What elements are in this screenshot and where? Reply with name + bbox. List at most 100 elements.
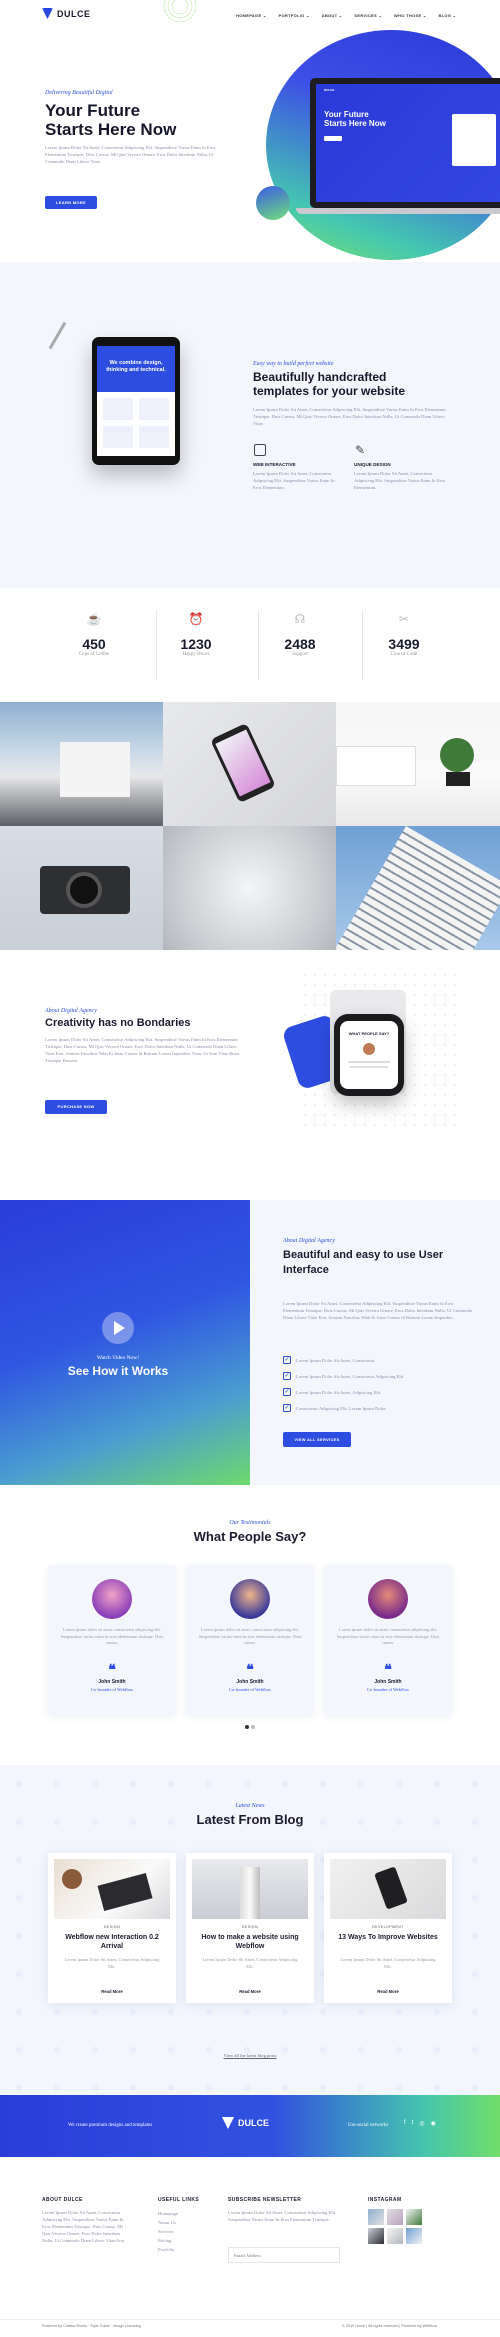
testimonial-card: Lorem ipsum dolor sit amet, consectetur …: [186, 1565, 314, 1715]
view-all-services-button[interactable]: VIEW ALL SERVICES: [283, 1432, 351, 1447]
footer-newsletter-title: SUBSCRIBE NEWSLETTER: [228, 2197, 302, 2203]
hero-title-line2: Starts Here Now: [45, 120, 177, 139]
watch-title: WHAT PEOPLE SAY?: [348, 1031, 390, 1036]
cta-left-text: We create premium designs and templates: [68, 2123, 153, 2128]
read-more-link[interactable]: Read More: [48, 1989, 176, 1994]
footer-link[interactable]: Homepage: [158, 2209, 178, 2218]
menu-item-homepage[interactable]: HOMEPAGE ⌄: [236, 13, 267, 18]
phone-shape: [210, 722, 276, 804]
cta-logo[interactable]: DULCE: [222, 2117, 269, 2129]
footer-link[interactable]: Services: [158, 2227, 178, 2236]
phone-screen: [215, 729, 271, 797]
phone-photo[interactable]: [163, 702, 336, 826]
about-ui-panel: About Digital Agency Beautiful and easy …: [250, 1200, 500, 1485]
instagram-thumb[interactable]: [406, 2209, 422, 2225]
purchase-now-button[interactable]: PURCHASE NOW: [45, 1100, 107, 1114]
footer-bottom-left: Powered by Clarisa Studio · Style Guide …: [42, 2324, 141, 2328]
snow-forest-photo[interactable]: [163, 826, 336, 950]
templates-text: Lorem Ipsum Dolor Sit Amet, Consectetur …: [253, 407, 446, 426]
stat-value: 2488: [284, 636, 316, 652]
logo[interactable]: DULCE: [42, 8, 91, 19]
testimonial-name: John Smith: [236, 1679, 264, 1685]
tablet-card: [103, 426, 133, 448]
footer-about-text: Lorem Ipsum Dolor Sit Amet, Consectetur …: [42, 2210, 126, 2243]
footer-link[interactable]: Pricing: [158, 2236, 178, 2245]
footer-link[interactable]: About Us: [158, 2218, 178, 2227]
blog-card[interactable]: DESIGN How to make a website using Webfl…: [186, 1853, 314, 2003]
camera-body: [40, 866, 130, 914]
check-item: ✓ Lorem Ipsum Dolor Sit Amet, Consectetu…: [283, 1352, 404, 1368]
facebook-icon[interactable]: f: [404, 2120, 406, 2127]
feature-title: WEB INTERACTIVE: [253, 462, 296, 467]
footer-newsletter-text: Lorem Ipsum Dolor Sit Amet, Consectetur …: [228, 2210, 337, 2222]
about-text: Lorem Ipsum Dolor Sit Amet, Consectetur …: [283, 1301, 473, 1320]
dribbble-icon[interactable]: ◉: [431, 2120, 436, 2127]
lighthouse-shape: [240, 1867, 260, 1919]
read-more-link[interactable]: Read More: [324, 1989, 452, 1994]
watch-line: [348, 1061, 390, 1063]
hero-text: Lorem Ipsum Dolor Sit Amet, Consectetur …: [45, 145, 216, 164]
carousel-dot-active[interactable]: [245, 1725, 249, 1729]
tablet-headline: We combine design, thinking and technica…: [106, 360, 166, 373]
instagram-thumb[interactable]: [368, 2209, 384, 2225]
blog-category: DESIGN: [241, 1925, 259, 1929]
newsletter-email-input[interactable]: [228, 2247, 340, 2263]
blog-image: [54, 1859, 170, 1919]
stat-label: Line of Code: [390, 652, 418, 657]
footer-link[interactable]: Portfolio: [158, 2245, 178, 2254]
clock-icon: ⏰: [188, 612, 204, 626]
tablet-screen: We combine design, thinking and technica…: [97, 346, 175, 456]
blog-post-text: Lorem Ipsum Dolor Sit Amet, Consectetur …: [340, 1957, 436, 1969]
tower-shape: [336, 826, 500, 950]
agency-section: About Digital Agency Creativity has no B…: [0, 950, 500, 1198]
blog-card[interactable]: DEVELOPMENT 13 Ways To Improve Websites …: [324, 1853, 452, 2003]
instagram-icon[interactable]: ◎: [419, 2120, 424, 2127]
check-text: Lorem Ipsum Dolor Sit Amet, Consectetur …: [296, 1373, 405, 1379]
instagram-thumb[interactable]: [387, 2209, 403, 2225]
social-icons: f t ◎ ◉: [404, 2120, 436, 2127]
instagram-thumb[interactable]: [387, 2228, 403, 2244]
checkbox-icon: ✓: [283, 1388, 291, 1396]
tower-photo[interactable]: [336, 826, 500, 950]
top-nav: DULCE HOMEPAGE ⌄ PORTFOLIO ⌄ ABOUT ⌄ SER…: [0, 0, 500, 30]
video-section: Watch Video Now! See How it Works About …: [0, 1200, 500, 1485]
menu-item-about[interactable]: ABOUT ⌄: [322, 13, 343, 18]
instagram-thumb[interactable]: [368, 2228, 384, 2244]
laptop-plant-photo[interactable]: [336, 702, 500, 826]
cta-band: We create premium designs and templates …: [0, 2095, 500, 2157]
blog-post-title: 13 Ways To Improve Websites: [338, 1934, 438, 1941]
menu-item-portfolio[interactable]: PORTFOLIO ⌄: [279, 13, 310, 18]
testimonial-name: John Smith: [374, 1679, 402, 1685]
hero-eyebrow: Delivering Beautiful Digital: [45, 90, 113, 96]
stat-value: 1230: [180, 636, 212, 652]
templates-title: Beautifully handcrafted templates for yo…: [253, 370, 473, 398]
camera-lens: [66, 872, 102, 908]
avatar: [230, 1579, 270, 1619]
stat-label: Happy Hours: [182, 652, 210, 657]
menu-item-services[interactable]: SERVICES ⌄: [354, 13, 382, 18]
logo-mark-icon: [42, 8, 53, 19]
screen-logo: DULCE: [324, 88, 335, 92]
menu-item-who-those[interactable]: WHO THOSE ⌄: [394, 13, 426, 18]
blog-post-text: Lorem Ipsum Dolor Sit Amet, Consectetur …: [64, 1957, 160, 1969]
view-all-posts-link[interactable]: View all the latest blog posts: [0, 2053, 500, 2058]
video-panel[interactable]: Watch Video Now! See How it Works: [0, 1200, 250, 1485]
twitter-icon[interactable]: t: [412, 2120, 414, 2127]
carousel-dot[interactable]: [251, 1725, 255, 1729]
read-more-link[interactable]: Read More: [186, 1989, 314, 1994]
about-title-line2: Interface: [283, 1264, 329, 1276]
menu-item-blog[interactable]: BLOG ⌄: [438, 13, 456, 18]
stylus-icon: [48, 321, 67, 350]
footer-links: Homepage About Us Services Pricing Portf…: [158, 2209, 178, 2254]
camera-photo[interactable]: [0, 826, 163, 950]
blog-card[interactable]: DESIGN Webflow new Interaction 0.2 Arriv…: [48, 1853, 176, 2003]
learn-more-button[interactable]: LEARN MORE: [45, 196, 97, 209]
watch-line: [350, 1066, 388, 1068]
checkbox-icon: ✓: [283, 1404, 291, 1412]
blog-title: Latest From Blog: [196, 1812, 304, 1827]
play-button[interactable]: [102, 1312, 134, 1344]
instagram-thumb[interactable]: [406, 2228, 422, 2244]
testimonials-eyebrow: Our Testimonials: [229, 1520, 271, 1526]
building-photo[interactable]: [0, 702, 163, 826]
avatar: [368, 1579, 408, 1619]
